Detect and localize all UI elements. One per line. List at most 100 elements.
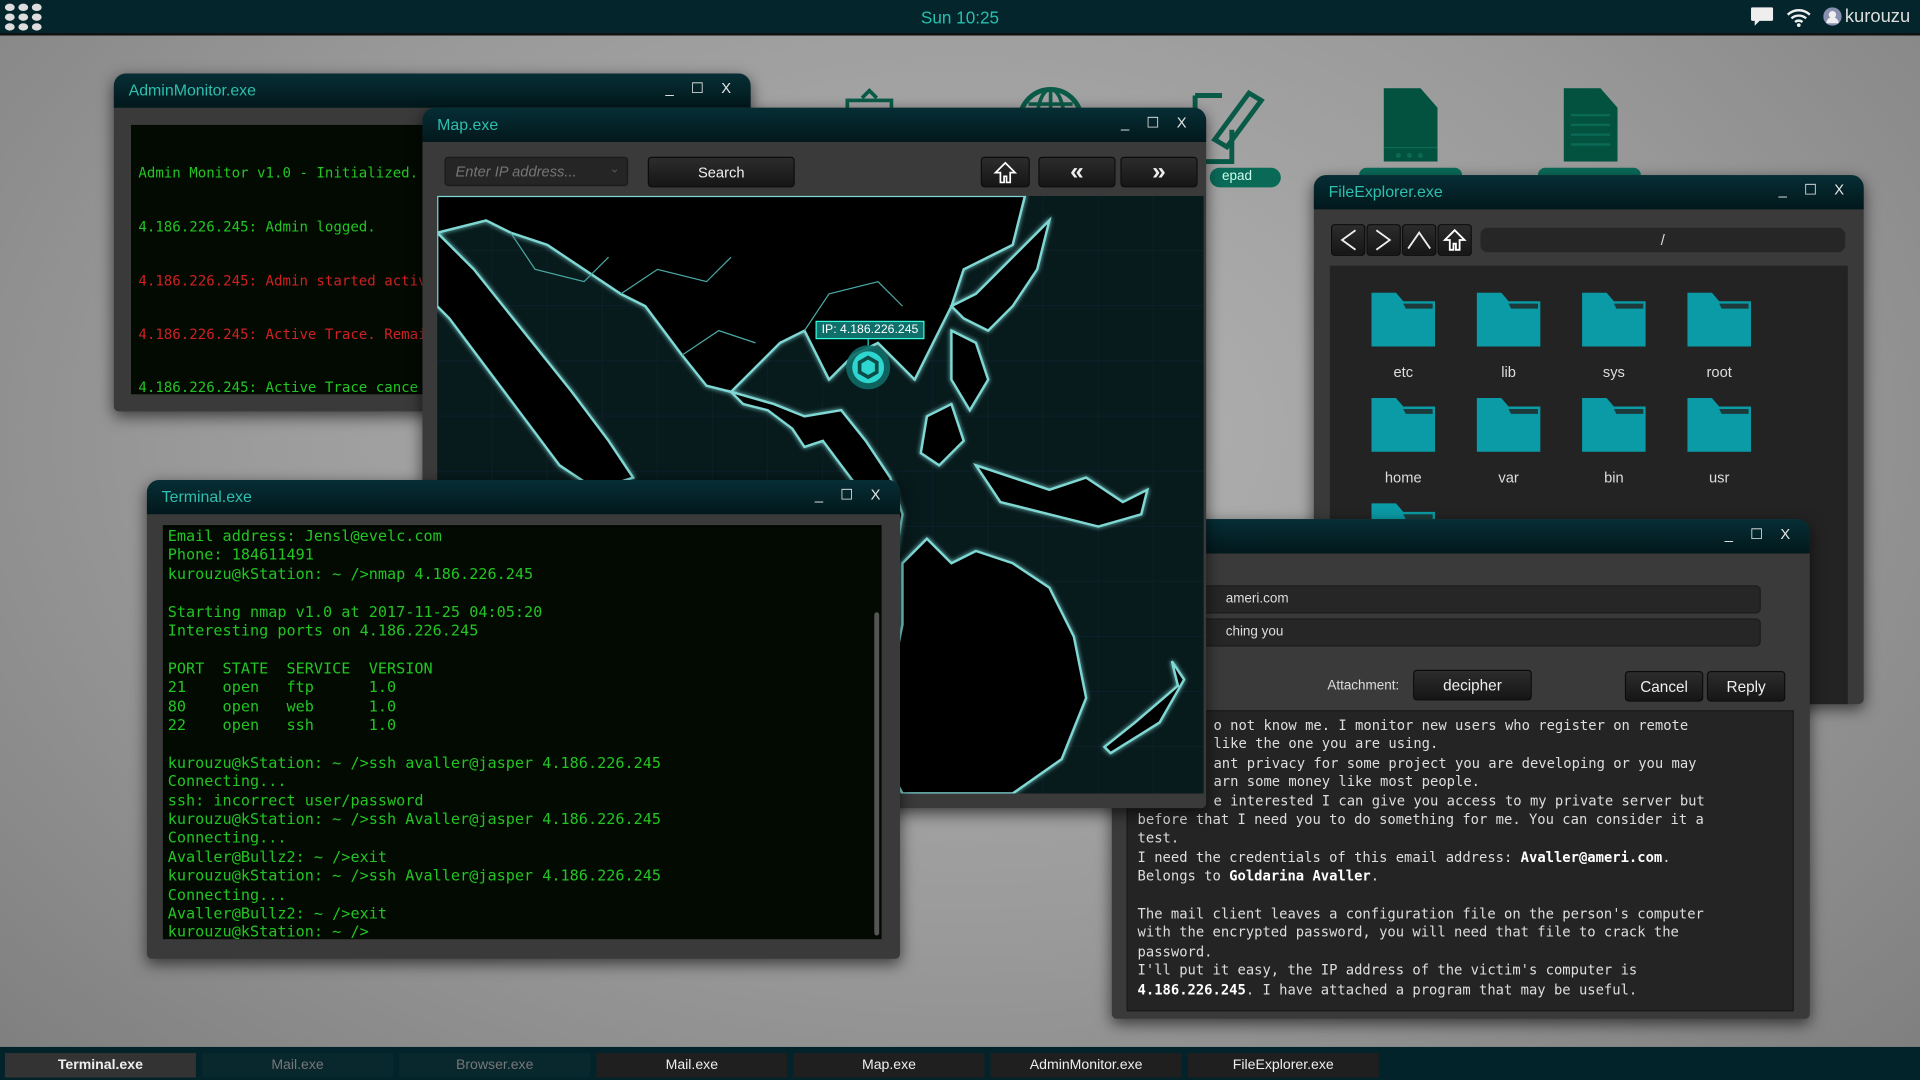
terminal-window: Terminal.exe _ ☐ X Email address: Jensl@ev…	[146, 480, 901, 959]
chat-icon[interactable]	[1749, 6, 1773, 27]
mail-line: I need the credentials of this email add…	[1137, 849, 1521, 866]
minimize-button[interactable]: _	[1725, 525, 1733, 542]
server-file-icon[interactable]	[1383, 88, 1438, 162]
folder-label: usr	[1708, 468, 1730, 487]
zoom-in-button[interactable]: »	[1120, 156, 1198, 188]
from-field[interactable]: ameri.com	[1126, 585, 1761, 614]
folder-home[interactable]: home	[1351, 397, 1456, 508]
home-button[interactable]	[980, 156, 1030, 188]
mail-line: .	[1370, 868, 1380, 885]
ip-address-input[interactable]	[445, 157, 599, 185]
title-bar[interactable]: FileExplorer.exe _ ☐ X	[1313, 175, 1864, 210]
terminal-line: 80 open web 1.0	[167, 696, 397, 715]
title-bar[interactable]: AdminMonitor.exe _ ☐ X	[113, 73, 751, 108]
taskbar-item[interactable]: FileExplorer.exe	[1187, 1053, 1379, 1078]
taskbar-item[interactable]: AdminMonitor.exe	[990, 1053, 1182, 1078]
username[interactable]: kurouzu	[1845, 6, 1910, 27]
minimize-button[interactable]: _	[1779, 181, 1787, 198]
search-button[interactable]: Search	[647, 156, 795, 188]
reply-button[interactable]: Reply	[1706, 671, 1786, 702]
double-chevron-right-icon: »	[1152, 157, 1166, 185]
chevron-up-icon	[1407, 231, 1431, 250]
folder-label: lib	[1501, 363, 1516, 381]
up-button[interactable]	[1402, 224, 1437, 256]
folder-usr[interactable]: usr	[1667, 397, 1772, 508]
taskbar-item[interactable]: Terminal.exe	[4, 1053, 196, 1078]
folder-lib[interactable]: lib	[1456, 292, 1561, 403]
folder-label: bin	[1604, 468, 1624, 487]
user-avatar-icon[interactable]	[1822, 7, 1842, 26]
scrollbar[interactable]	[874, 612, 880, 936]
top-bar: Sun 10:25 kurouzu	[0, 0, 1920, 36]
title-bar[interactable]: _ ☐ X	[1111, 519, 1810, 554]
close-button[interactable]: X	[721, 80, 731, 97]
taskbar-item[interactable]: Mail.exe	[202, 1053, 394, 1078]
title-bar[interactable]: Terminal.exe _ ☐ X	[146, 480, 901, 515]
title-bar[interactable]: Map.exe _ ☐ X	[422, 107, 1207, 143]
victim-name: Goldarina Avaller	[1229, 868, 1371, 885]
ip-input[interactable]: ⌄	[444, 156, 629, 187]
attachment-button[interactable]: decipher	[1413, 669, 1532, 701]
folder-sys[interactable]: sys	[1561, 292, 1666, 403]
taskbar-item[interactable]: Mail.exe	[596, 1053, 788, 1078]
taskbar-item[interactable]: Browser.exe	[399, 1053, 591, 1078]
terminal-line: 21 open ftp 1.0	[167, 677, 397, 696]
maximize-button[interactable]: ☐	[1804, 181, 1817, 198]
subject-field[interactable]: ching you	[1126, 618, 1761, 647]
folder-label: home	[1384, 468, 1422, 487]
home-icon	[993, 161, 1018, 183]
folder-icon	[1476, 397, 1541, 452]
folder-icon	[1687, 292, 1752, 347]
folder-root[interactable]: root	[1667, 292, 1772, 403]
maximize-button[interactable]: ☐	[691, 80, 704, 97]
maximize-button[interactable]: ☐	[1750, 525, 1763, 542]
terminal-line: Avaller@Bullz2: ~ />exit	[167, 847, 387, 866]
mail-line: o not know me. I monitor new users who r…	[1213, 717, 1689, 734]
maximize-button[interactable]: ☐	[840, 486, 853, 503]
taskbar-item[interactable]: Map.exe	[793, 1053, 985, 1078]
terminal-line: Email address: Jensl@evelc.com	[167, 526, 442, 545]
maximize-button[interactable]: ☐	[1146, 114, 1159, 131]
close-button[interactable]: X	[1177, 114, 1187, 131]
back-button[interactable]	[1331, 224, 1366, 256]
mail-line: password.	[1137, 943, 1213, 960]
terminal-line: Connecting...	[167, 771, 287, 791]
minimize-button[interactable]: _	[666, 80, 674, 97]
mail-line: before that I need you to do something f…	[1137, 811, 1704, 828]
minimize-button[interactable]: _	[815, 486, 823, 503]
path-field[interactable]: /	[1480, 227, 1846, 253]
window-title: FileExplorer.exe	[1328, 182, 1443, 201]
folder-label: etc	[1393, 363, 1414, 381]
notepad-label[interactable]: epad	[1209, 167, 1281, 188]
desktop: Sun 10:25 kurouzu epad AdminMonitor.exe …	[0, 0, 1920, 1080]
home-button[interactable]	[1437, 224, 1472, 256]
mail-line: with the encrypted password, you will ne…	[1137, 925, 1679, 941]
mail-line: like the one you are using.	[1213, 736, 1439, 753]
terminal-output[interactable]: Email address: Jensl@evelc.com Phone: 184…	[162, 525, 882, 940]
folder-var[interactable]: var	[1456, 397, 1561, 508]
cancel-button[interactable]: Cancel	[1624, 671, 1704, 702]
chevron-down-icon[interactable]: ⌄	[609, 163, 619, 176]
close-button[interactable]: X	[871, 486, 881, 503]
double-chevron-left-icon: «	[1070, 157, 1084, 185]
mail-body[interactable]: o not know me. I monitor new users who r…	[1126, 710, 1794, 1012]
terminal-line: kurouzu@kStation: ~ />ssh Avaller@jasper…	[167, 809, 662, 828]
window-title: AdminMonitor.exe	[128, 80, 256, 100]
close-button[interactable]: X	[1780, 525, 1790, 542]
mail-line: I'll put it easy, the IP address of the …	[1137, 962, 1638, 979]
wifi-icon[interactable]	[1786, 7, 1811, 27]
folder-bin[interactable]: bin	[1561, 397, 1666, 508]
folder-etc[interactable]: etc	[1351, 292, 1456, 403]
minimize-button[interactable]: _	[1121, 114, 1129, 131]
folder-icon	[1582, 397, 1646, 452]
attachment-label: Attachment:	[1327, 678, 1400, 694]
terminal-line: kurouzu@kStation: ~ />ssh Avaller@jasper…	[167, 866, 662, 885]
close-button[interactable]: X	[1834, 181, 1844, 198]
forward-button[interactable]	[1366, 224, 1401, 256]
mail-line: . I have attached a program that may be …	[1245, 981, 1638, 998]
terminal-line: Interesting ports on 4.186.226.245	[167, 620, 479, 640]
zoom-out-button[interactable]: «	[1038, 156, 1116, 188]
document-icon[interactable]	[1563, 88, 1618, 162]
